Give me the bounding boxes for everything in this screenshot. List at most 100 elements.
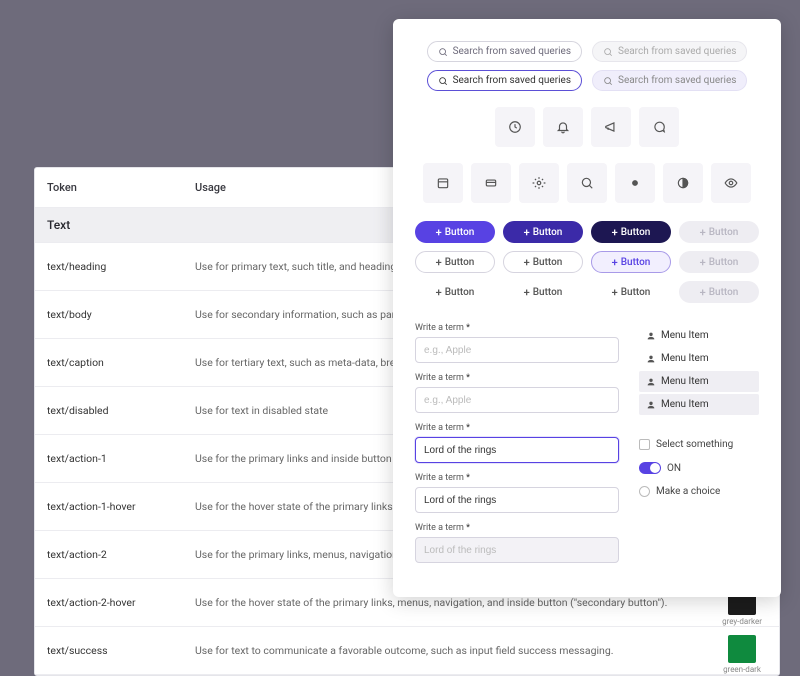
search-icon: [603, 76, 613, 86]
search-pill-muted[interactable]: Search from saved queries: [592, 41, 747, 62]
plus-icon: +: [612, 227, 618, 238]
icon-button-row: [415, 163, 759, 203]
button-outline[interactable]: +Button: [415, 251, 495, 273]
search-icon: [438, 76, 448, 86]
button-ghost-hover[interactable]: +Button: [503, 281, 583, 303]
radio-label: Make a choice: [656, 486, 720, 497]
token-name: text/action-2: [35, 540, 183, 569]
menu-item-selected[interactable]: Menu Item: [639, 394, 759, 415]
button-label: Button: [533, 257, 563, 268]
calendar-icon: [436, 176, 450, 190]
icon-button-row: [415, 107, 759, 147]
button-primary[interactable]: +Button: [415, 221, 495, 243]
plus-icon: +: [436, 257, 442, 268]
plus-icon: +: [700, 257, 706, 268]
person-icon: [646, 400, 656, 410]
button-ghost[interactable]: +Button: [415, 281, 495, 303]
button-label: Button: [445, 257, 475, 268]
menu-item[interactable]: Menu Item: [639, 325, 759, 346]
side-column: Menu Item Menu Item Menu Item Menu Item …: [639, 323, 759, 563]
button-label: Button: [621, 257, 651, 268]
search-pill-active-bg[interactable]: Search from saved queries: [592, 70, 747, 91]
person-icon: [646, 377, 656, 387]
menu-item-label: Menu Item: [661, 376, 709, 387]
button-label: Button: [621, 227, 651, 238]
clock-icon-button[interactable]: [495, 107, 535, 147]
chat-icon: [652, 120, 666, 134]
button-primary-active[interactable]: +Button: [591, 221, 671, 243]
search-pill-label: Search from saved queries: [453, 75, 571, 86]
menu-item-label: Menu Item: [661, 399, 709, 410]
person-icon: [646, 354, 656, 364]
eye-icon-button[interactable]: [711, 163, 751, 203]
button-primary-hover[interactable]: +Button: [503, 221, 583, 243]
button-outline-hover[interactable]: +Button: [503, 251, 583, 273]
checkbox-control[interactable]: Select something: [639, 439, 759, 450]
search-icon: [580, 176, 594, 190]
token-name: text/heading: [35, 252, 183, 281]
button-label: Button: [709, 257, 739, 268]
col-header-token: Token: [35, 168, 183, 207]
token-name: text/success: [35, 636, 183, 665]
search-pill-row: Search from saved queries Search from sa…: [415, 41, 759, 62]
button-ghost-active[interactable]: +Button: [591, 281, 671, 303]
field-group: Write a term: [415, 523, 619, 563]
plus-icon: +: [700, 287, 706, 298]
checkbox-icon: [639, 439, 650, 450]
search-pill-active[interactable]: Search from saved queries: [427, 70, 582, 91]
search-icon-button[interactable]: [567, 163, 607, 203]
text-input-filled[interactable]: [415, 487, 619, 513]
button-label: Button: [621, 287, 651, 298]
menu-list: Menu Item Menu Item Menu Item Menu Item: [639, 325, 759, 415]
field-label: Write a term: [415, 473, 619, 483]
text-input-empty[interactable]: [415, 387, 619, 413]
button-ghost-disabled: +Button: [679, 281, 759, 303]
token-name: text/action-2-hover: [35, 588, 183, 617]
contrast-icon: [676, 176, 690, 190]
contrast-icon-button[interactable]: [663, 163, 703, 203]
text-input-empty[interactable]: [415, 337, 619, 363]
calendar-icon-button[interactable]: [423, 163, 463, 203]
button-outline-disabled: +Button: [679, 251, 759, 273]
gear-icon: [532, 176, 546, 190]
button-outline-active[interactable]: +Button: [591, 251, 671, 273]
components-card: Search from saved queries Search from sa…: [393, 19, 781, 597]
bell-icon-button[interactable]: [543, 107, 583, 147]
radio-icon: [639, 486, 650, 497]
bell-icon: [556, 120, 570, 134]
menu-item-label: Menu Item: [661, 353, 709, 364]
sun-icon-button[interactable]: [615, 163, 655, 203]
toggle-label: ON: [667, 463, 681, 474]
menu-item[interactable]: Menu Item: [639, 348, 759, 369]
clock-icon: [508, 120, 522, 134]
search-icon: [603, 47, 613, 57]
plus-icon: +: [524, 227, 530, 238]
menu-item-hover[interactable]: Menu Item: [639, 371, 759, 392]
plus-icon: +: [612, 257, 618, 268]
field-label: Write a term: [415, 523, 619, 533]
button-label: Button: [533, 287, 563, 298]
search-pill-default[interactable]: Search from saved queries: [427, 41, 582, 62]
card-icon: [484, 176, 498, 190]
button-primary-disabled: +Button: [679, 221, 759, 243]
sun-icon: [628, 176, 642, 190]
plus-icon: +: [524, 257, 530, 268]
card-icon-button[interactable]: [471, 163, 511, 203]
button-label: Button: [445, 287, 475, 298]
swatch-label: green-dark: [723, 665, 761, 674]
chat-icon-button[interactable]: [639, 107, 679, 147]
search-pill-label: Search from saved queries: [618, 46, 736, 57]
megaphone-icon-button[interactable]: [591, 107, 631, 147]
button-label: Button: [709, 287, 739, 298]
form-column: Write a term Write a term Write a term W…: [415, 323, 619, 563]
plus-icon: +: [436, 287, 442, 298]
text-input-focus[interactable]: [415, 437, 619, 463]
radio-control[interactable]: Make a choice: [639, 486, 759, 497]
eye-icon: [724, 176, 738, 190]
person-icon: [646, 331, 656, 341]
field-label: Write a term: [415, 373, 619, 383]
gear-icon-button[interactable]: [519, 163, 559, 203]
plus-icon: +: [700, 227, 706, 238]
toggle-control[interactable]: ON: [639, 462, 759, 474]
button-label: Button: [709, 227, 739, 238]
